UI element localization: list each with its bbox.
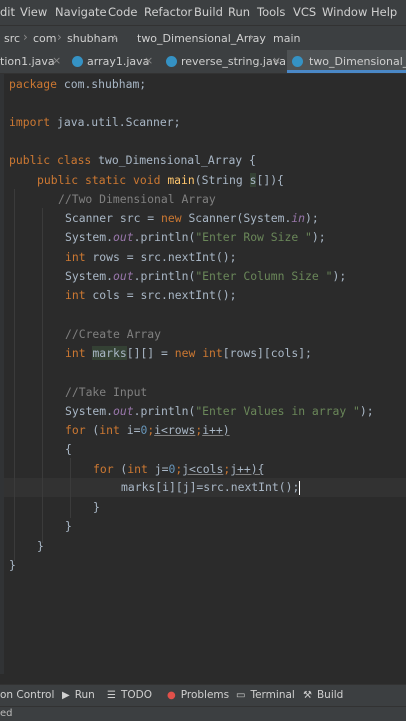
tab-two-dimensional-array[interactable]: two_Dimensional_Array — [287, 50, 406, 73]
code-line-11: System.out.println("Enter Column Size ")… — [65, 269, 347, 283]
code-line-15: int marks[][] = new int[rows][cols]; — [65, 346, 312, 360]
breadcrumb-class[interactable]: two_Dimensional_Array — [137, 32, 266, 45]
close-icon[interactable]: × — [144, 54, 153, 67]
tool-terminal[interactable]: ▭ Terminal — [236, 689, 295, 701]
chevron-right-icon: › — [23, 30, 28, 44]
tool-problems[interactable]: ● Problems — [167, 689, 229, 701]
menu-edit[interactable]: dit — [0, 5, 15, 19]
play-icon: ▶ — [62, 690, 70, 701]
code-line-17: //Take Input — [65, 385, 148, 399]
menu-bar: dit View Navigate Code Refactor Build Ru… — [0, 0, 406, 25]
breadcrumb-src[interactable]: src — [4, 32, 20, 45]
tab-label: reverse_string.java — [181, 55, 286, 68]
chevron-right-icon: › — [249, 30, 254, 44]
code-line-19: for (int i=0;i<rows;i++) — [65, 423, 230, 437]
menu-navigate[interactable]: Navigate — [55, 5, 107, 19]
code-line-12: int cols = src.nextInt(); — [65, 288, 237, 302]
chevron-right-icon: › — [113, 30, 118, 44]
tab-reverse-string[interactable]: reverse_string.java × — [162, 50, 286, 73]
terminal-icon: ▭ — [236, 690, 246, 701]
class-icon — [72, 56, 83, 67]
breadcrumb-package[interactable]: shubham — [67, 32, 118, 45]
breadcrumb-method[interactable]: main — [273, 32, 300, 45]
code-line-14: //Create Array — [65, 327, 162, 341]
indent-guide — [42, 208, 43, 543]
breadcrumb: src › com › shubham › two_Dimensional_Ar… — [0, 25, 406, 50]
tab-label: two_Dimensional_Array — [309, 55, 406, 68]
code-line-9: System.out.println("Enter Row Size "); — [65, 230, 326, 244]
code-line-18: System.out.println("Enter Values in arra… — [65, 404, 374, 418]
tool-run[interactable]: ▶ Run — [62, 689, 95, 701]
code-line-7: //Two Dimensional Array — [58, 192, 216, 206]
menu-build[interactable]: Build — [194, 5, 223, 19]
class-icon — [166, 56, 177, 67]
editor-gutter — [0, 74, 4, 674]
code-line-26: } — [9, 558, 16, 572]
menu-tools[interactable]: Tools — [257, 5, 285, 19]
indent-guide — [70, 458, 71, 518]
status-bar: ed — [0, 706, 406, 721]
status-text: ed — [0, 708, 13, 719]
tool-build[interactable]: ⚒ Build — [303, 689, 343, 701]
code-line-6: public static void main(String s[]){ — [37, 173, 284, 187]
menu-vcs[interactable]: VCS — [293, 5, 316, 19]
code-line-8: Scanner src = new Scanner(System.in); — [65, 211, 319, 225]
menu-refactor[interactable]: Refactor — [144, 5, 192, 19]
tab-label: array1.java — [87, 55, 150, 68]
tab-array1[interactable]: array1.java × — [68, 50, 158, 73]
code-editor[interactable]: package com.shubham; import java.util.Sc… — [0, 74, 406, 674]
code-line-5: public class two_Dimensional_Array { — [9, 153, 256, 167]
error-icon: ● — [167, 690, 176, 701]
menu-view[interactable]: View — [20, 5, 47, 19]
tool-version-control[interactable]: on Control — [0, 689, 54, 701]
indent-guide — [14, 189, 15, 561]
chevron-right-icon: › — [57, 30, 62, 44]
code-line-10: int rows = src.nextInt(); — [65, 250, 237, 264]
code-line-3: import java.util.Scanner; — [9, 115, 181, 129]
menu-window[interactable]: Window — [322, 5, 367, 19]
code-line-23: } — [93, 500, 100, 514]
menu-run[interactable]: Run — [228, 5, 250, 19]
list-icon: ☰ — [107, 690, 116, 701]
tool-todo[interactable]: ☰ TODO — [107, 689, 152, 701]
menu-help[interactable]: Help — [371, 5, 397, 19]
close-icon[interactable]: × — [52, 54, 61, 67]
editor-tabs: tion1.java × array1.java × reverse_strin… — [0, 50, 406, 74]
code-line-22: marks[i][j]=src.nextInt(); — [121, 480, 301, 495]
menu-code[interactable]: Code — [108, 5, 137, 19]
code-line-21: for (int j=0;j<cols;j++){ — [93, 462, 265, 476]
code-line-1: package com.shubham; — [9, 77, 147, 91]
tool-window-bar: on Control ▶ Run ☰ TODO ● Problems ▭ Termina… — [0, 684, 406, 707]
text-caret — [299, 480, 301, 495]
code-line-24: } — [65, 519, 72, 533]
close-icon[interactable]: × — [272, 54, 281, 67]
tab-file-1[interactable]: tion1.java × — [0, 50, 66, 73]
hammer-icon: ⚒ — [303, 690, 312, 701]
code-line-20: { — [65, 442, 72, 456]
class-icon — [292, 56, 303, 67]
code-line-25: } — [37, 539, 44, 553]
tab-label: tion1.java — [0, 55, 55, 68]
breadcrumb-com[interactable]: com — [33, 32, 57, 45]
